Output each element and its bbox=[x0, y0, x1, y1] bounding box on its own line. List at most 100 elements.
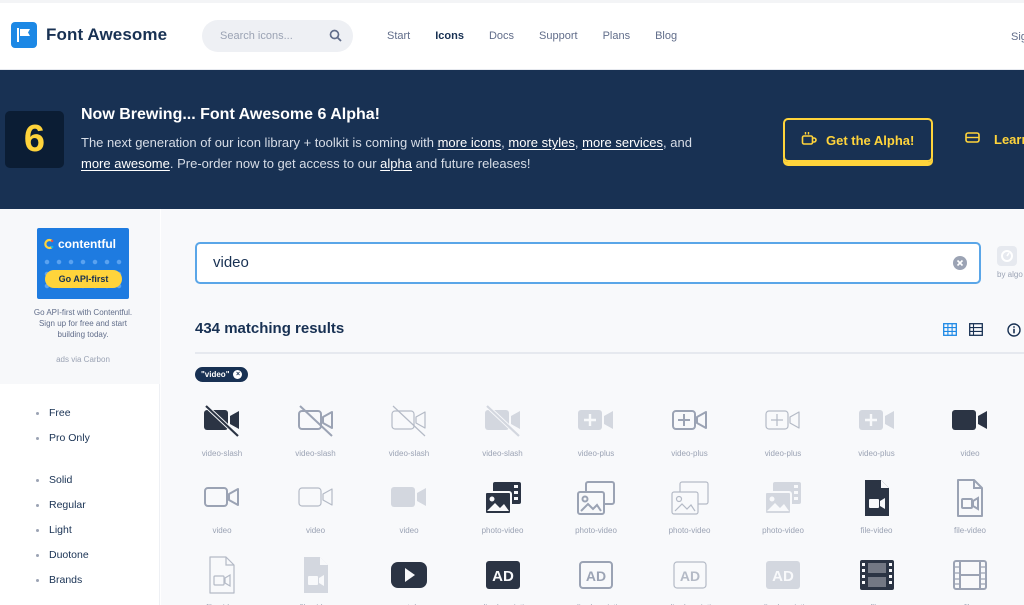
icon-tile[interactable]: video-slash bbox=[269, 397, 363, 473]
icon-tile[interactable]: video bbox=[175, 474, 269, 550]
get-alpha-button[interactable]: Get the Alpha! bbox=[783, 118, 933, 162]
link-more-styles[interactable]: more styles bbox=[508, 135, 574, 150]
icon-tile-label: file-video bbox=[953, 526, 986, 535]
search-chip[interactable]: "video" × bbox=[195, 367, 249, 382]
nav-link-docs[interactable]: Docs bbox=[489, 30, 514, 42]
video-slash-icon bbox=[296, 401, 336, 441]
icon-tile[interactable]: video bbox=[269, 474, 363, 550]
filter-light[interactable]: Light bbox=[36, 524, 72, 536]
ad-pill: Go API-first bbox=[45, 270, 122, 288]
banner-text-3: . Pre-order now to get access to our bbox=[169, 156, 381, 171]
brand-name: Font Awesome bbox=[46, 25, 168, 44]
ad-text[interactable]: Go API-first with Contentful. Sign up fo… bbox=[30, 307, 136, 340]
ad-via[interactable]: ads via Carbon bbox=[30, 355, 136, 364]
icon-tile-label: video bbox=[212, 526, 232, 535]
icon-tile[interactable]: file-video bbox=[175, 551, 269, 605]
clear-search-icon[interactable] bbox=[953, 256, 967, 275]
bullet bbox=[36, 478, 39, 482]
icon-tile[interactable]: video-plus bbox=[736, 397, 830, 473]
icon-tile[interactable]: youtube bbox=[362, 551, 456, 605]
icon-tile-label: photo-video bbox=[481, 526, 524, 535]
contentful-logo-icon bbox=[44, 238, 54, 250]
filter-label: Light bbox=[49, 524, 72, 536]
icon-tile-label: file-video bbox=[860, 526, 893, 535]
icon-tile[interactable]: ADaudio-description bbox=[549, 551, 643, 605]
link-more-awesome[interactable]: more awesome bbox=[81, 156, 170, 171]
icon-tile[interactable]: ADaudio-description bbox=[643, 551, 737, 605]
icon-tile[interactable]: video-plus bbox=[549, 397, 643, 473]
icon-tile[interactable]: film bbox=[923, 551, 1017, 605]
promo-banner: 6 Now Brewing... Font Awesome 6 Alpha! T… bbox=[0, 70, 1024, 209]
brand-logo-link[interactable]: Font Awesome bbox=[11, 22, 167, 48]
link-alpha[interactable]: alpha bbox=[380, 156, 412, 171]
icon-tile[interactable]: file-video bbox=[269, 551, 363, 605]
link-more-services[interactable]: more services bbox=[582, 135, 663, 150]
filter-label: Duotone bbox=[49, 549, 89, 561]
icon-tile-label: video-slash bbox=[482, 449, 523, 458]
audio-description-icon: AD bbox=[763, 555, 803, 595]
photo-video-icon bbox=[576, 478, 616, 518]
audio-description-icon: AD bbox=[483, 555, 523, 595]
grid-view-icon[interactable] bbox=[943, 323, 957, 342]
filter-solid[interactable]: Solid bbox=[36, 474, 72, 486]
icon-tile[interactable]: photo-video bbox=[456, 474, 550, 550]
icon-tile[interactable]: video-slash bbox=[456, 397, 550, 473]
info-icon[interactable] bbox=[1007, 323, 1021, 342]
carbon-ad[interactable]: contentful Go API-first Go API-first wit… bbox=[0, 209, 160, 384]
icon-tile-label: photo-video bbox=[762, 526, 804, 535]
icon-tile-label: video bbox=[399, 526, 419, 535]
icon-tile[interactable]: video bbox=[923, 397, 1017, 473]
icon-tile-label: video bbox=[960, 449, 980, 458]
icon-tile[interactable]: film bbox=[830, 551, 924, 605]
icon-tile[interactable]: ADaudio-description bbox=[736, 551, 830, 605]
filter-duotone[interactable]: Duotone bbox=[36, 549, 89, 561]
video-slash-icon bbox=[202, 401, 242, 441]
youtube-icon bbox=[389, 555, 429, 595]
nav-link-start[interactable]: Start bbox=[387, 30, 410, 42]
video-plus-icon bbox=[670, 401, 710, 441]
nav-link-plans[interactable]: Plans bbox=[603, 30, 631, 42]
nav-search-placeholder: Search icons... bbox=[220, 30, 293, 42]
icon-tile[interactable]: video-slash bbox=[175, 397, 269, 473]
icon-tile-label: video-plus bbox=[671, 449, 708, 458]
algolia-icon bbox=[996, 245, 1018, 272]
remove-chip-icon[interactable]: × bbox=[233, 370, 243, 379]
photo-video-icon bbox=[670, 478, 710, 518]
nav-link-support[interactable]: Support bbox=[539, 30, 578, 42]
ad-image[interactable]: contentful Go API-first bbox=[37, 228, 129, 299]
icon-tile-label: photo-video bbox=[668, 526, 711, 535]
table-view-icon[interactable] bbox=[969, 323, 983, 342]
icon-tile[interactable]: ADaudio-description bbox=[456, 551, 550, 605]
icon-tile[interactable]: video bbox=[362, 474, 456, 550]
video-slash-icon bbox=[389, 401, 429, 441]
get-alpha-label: Get the Alpha! bbox=[826, 132, 915, 148]
icon-tile[interactable]: photo-video bbox=[736, 474, 830, 550]
fa6-badge: 6 bbox=[5, 111, 64, 168]
nav-link-blog[interactable]: Blog bbox=[655, 30, 677, 42]
results-count: 434 matching results bbox=[195, 320, 345, 337]
icon-tile[interactable]: file-video bbox=[830, 474, 924, 550]
icon-search-input[interactable]: video bbox=[195, 242, 981, 284]
icon-tile[interactable]: video-plus bbox=[830, 397, 924, 473]
nav-link-icons[interactable]: Icons bbox=[435, 30, 464, 42]
icon-tile-label: video-plus bbox=[764, 449, 802, 458]
icon-tile[interactable]: video-slash bbox=[362, 397, 456, 473]
filter-pro-only[interactable]: Pro Only bbox=[36, 432, 90, 444]
filter-free[interactable]: Free bbox=[36, 407, 71, 419]
icon-tile-label: video bbox=[305, 526, 326, 535]
svg-text:AD: AD bbox=[492, 568, 514, 585]
icon-tile[interactable]: photo-video bbox=[549, 474, 643, 550]
filter-brands[interactable]: Brands bbox=[36, 574, 82, 586]
learn-more-link[interactable]: Learn bbox=[965, 131, 1024, 147]
audio-description-icon: AD bbox=[576, 555, 616, 595]
video-icon bbox=[296, 478, 336, 518]
algolia-credit: by algo bbox=[997, 270, 1023, 279]
icon-tile[interactable]: video-plus bbox=[643, 397, 737, 473]
icon-tile[interactable]: file-video bbox=[923, 474, 1017, 550]
filter-regular[interactable]: Regular bbox=[36, 499, 86, 511]
nav-link-sign-in[interactable]: Sig bbox=[1011, 31, 1024, 43]
link-more-icons[interactable]: more icons bbox=[438, 135, 502, 150]
nav-search-input[interactable]: Search icons... bbox=[202, 20, 353, 52]
icon-tile[interactable]: photo-video bbox=[643, 474, 737, 550]
banner-text-2: , and bbox=[663, 135, 692, 150]
